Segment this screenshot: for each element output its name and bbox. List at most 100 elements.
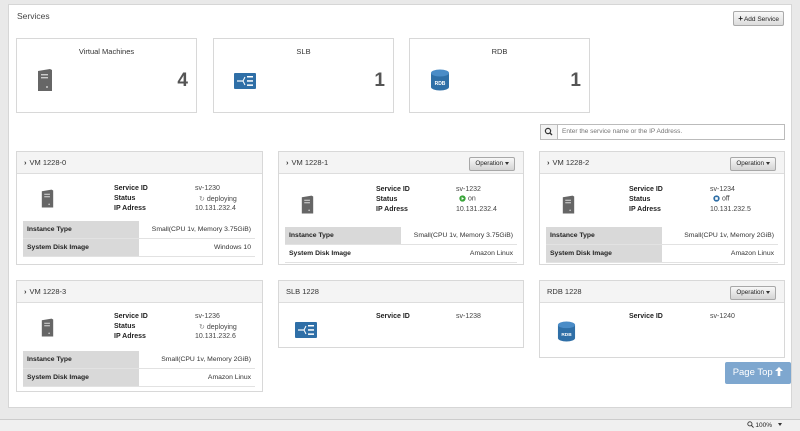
card-header[interactable]: › VM 1228-3: [17, 281, 262, 303]
service-id-value: sv-1240: [710, 313, 735, 320]
ip-address-value: 10.131.232.4: [195, 205, 236, 212]
stop-icon: [713, 195, 720, 202]
page-top-button[interactable]: Page Top: [725, 362, 791, 384]
plus-icon: +: [738, 14, 743, 23]
status-value: on: [459, 195, 476, 202]
card-title[interactable]: › VM 1228-2: [547, 158, 589, 167]
details-table: Instance Type Small(CPU 1v, Memory 2GiB) …: [546, 227, 778, 263]
chevron-right-icon: ›: [286, 158, 289, 167]
status-label: Status: [629, 196, 651, 203]
instance-type-label: Instance Type: [285, 227, 401, 245]
service-id-value: sv-1230: [195, 185, 220, 192]
browser-status-bar: 100%: [0, 419, 800, 431]
zoom-indicator[interactable]: 100%: [746, 421, 772, 429]
card-header[interactable]: › VM 1228-0: [17, 152, 262, 174]
caret-down-icon: [766, 161, 770, 165]
ip-address-value: 10.131.232.5: [710, 206, 751, 213]
summary-count: 1: [570, 70, 581, 91]
arrow-up-icon: [775, 367, 784, 376]
instance-type-label: Instance Type: [546, 227, 662, 245]
summary-rdb[interactable]: RDB RDB 1: [409, 38, 590, 113]
server-icon: [38, 69, 52, 91]
service-card-vm-1228-1: › VM 1228-1 Operation Service ID sv-1232 …: [278, 151, 524, 265]
instance-type-value: Small(CPU 1v, Memory 2GiB): [139, 351, 255, 369]
service-card-slb-1228: SLB 1228 Service ID sv-1238: [278, 280, 524, 348]
service-id-label: Service ID: [629, 186, 663, 193]
status-value: ↻ deploying: [199, 324, 237, 331]
table-row: Instance Type Small(CPU 1v, Memory 3.75Gi…: [23, 221, 255, 239]
database-icon-text: RDB: [561, 332, 572, 338]
card-title[interactable]: RDB 1228: [547, 287, 582, 296]
disk-image-value: Amazon Linux: [662, 244, 778, 263]
service-id-value: sv-1238: [456, 313, 481, 320]
caret-down-icon: [766, 290, 770, 294]
operation-button[interactable]: Operation: [730, 157, 776, 171]
card-header[interactable]: SLB 1228: [279, 281, 523, 303]
table-row: Instance Type Small(CPU 1v, Memory 2GiB): [546, 227, 778, 245]
disk-image-label: System Disk Image: [546, 244, 662, 263]
play-icon: [459, 195, 466, 202]
operation-button[interactable]: Operation: [469, 157, 515, 171]
disk-image-label: System Disk Image: [23, 368, 139, 387]
instance-type-label: Instance Type: [23, 351, 139, 369]
table-row: System Disk Image Amazon Linux: [23, 368, 255, 387]
instance-type-label: Instance Type: [23, 221, 139, 239]
search-input[interactable]: [562, 126, 777, 137]
load-balancer-icon: [295, 322, 317, 338]
disk-image-value: Amazon Linux: [401, 244, 517, 263]
load-balancer-icon: [234, 73, 256, 89]
service-card-vm-1228-3: › VM 1228-3 Service ID sv-1236 Status ↻ d…: [16, 280, 263, 392]
disk-image-label: System Disk Image: [23, 238, 139, 257]
chevron-right-icon: ›: [24, 158, 27, 167]
service-card-vm-1228-2: › VM 1228-2 Operation Service ID sv-1234 …: [539, 151, 785, 265]
search-box[interactable]: [540, 124, 785, 140]
status-label: Status: [114, 323, 136, 330]
card-header[interactable]: RDB 1228 Operation: [540, 281, 784, 303]
summary-count: 1: [374, 70, 385, 91]
summary-label: SLB: [296, 47, 311, 56]
table-row: Instance Type Small(CPU 1v, Memory 3.75Gi…: [285, 227, 517, 245]
status-value: off: [713, 195, 730, 202]
ip-address-label: IP Adress: [114, 333, 146, 340]
instance-type-value: Small(CPU 1v, Memory 3.75GiB): [401, 227, 517, 245]
disk-image-label: System Disk Image: [285, 244, 401, 263]
service-id-value: sv-1232: [456, 186, 481, 193]
card-header[interactable]: › VM 1228-1 Operation: [279, 152, 523, 174]
service-id-label: Service ID: [114, 313, 148, 320]
status-value: ↻ deploying: [199, 196, 237, 203]
spinner-icon: ↻: [199, 324, 205, 331]
summary-label: Virtual Machines: [78, 47, 135, 56]
operation-button[interactable]: Operation: [730, 286, 776, 300]
status-label: Status: [114, 195, 136, 202]
add-service-button[interactable]: +Add Service: [733, 11, 784, 26]
ip-address-value: 10.131.232.6: [195, 333, 236, 340]
service-id-label: Service ID: [376, 186, 410, 193]
search-icon[interactable]: [541, 125, 558, 139]
card-title[interactable]: › VM 1228-0: [24, 158, 66, 167]
service-card-vm-1228-0: › VM 1228-0 Service ID sv-1230 Status ↻ d…: [16, 151, 263, 265]
spinner-icon: ↻: [199, 196, 205, 203]
card-title[interactable]: › VM 1228-1: [286, 158, 328, 167]
card-header[interactable]: › VM 1228-2 Operation: [540, 152, 784, 174]
chevron-right-icon: ›: [547, 158, 550, 167]
service-id-label: Service ID: [376, 313, 410, 320]
card-title[interactable]: › VM 1228-3: [24, 287, 66, 296]
ip-address-label: IP Adress: [376, 206, 408, 213]
summary-virtual-machines[interactable]: Virtual Machines 4: [16, 38, 197, 113]
table-row: System Disk Image Amazon Linux: [546, 244, 778, 263]
summary-label: RDB: [491, 47, 508, 56]
add-service-label: Add Service: [743, 16, 779, 23]
summary-count: 4: [177, 70, 188, 91]
service-id-value: sv-1236: [195, 313, 220, 320]
server-icon: [301, 195, 314, 214]
summary-slb[interactable]: SLB 1: [213, 38, 394, 113]
card-title[interactable]: SLB 1228: [286, 287, 319, 296]
details-table: Instance Type Small(CPU 1v, Memory 3.75Gi…: [23, 221, 255, 257]
services-panel: Services +Add Service Virtual Machines 4…: [8, 4, 792, 408]
zoom-dropdown-icon[interactable]: [778, 423, 782, 426]
service-id-label: Service ID: [629, 313, 663, 320]
table-row: System Disk Image Amazon Linux: [285, 244, 517, 263]
disk-image-value: Amazon Linux: [139, 368, 255, 387]
status-label: Status: [376, 196, 398, 203]
service-card-rdb-1228: RDB 1228 Operation RDB Service ID sv-124…: [539, 280, 785, 358]
